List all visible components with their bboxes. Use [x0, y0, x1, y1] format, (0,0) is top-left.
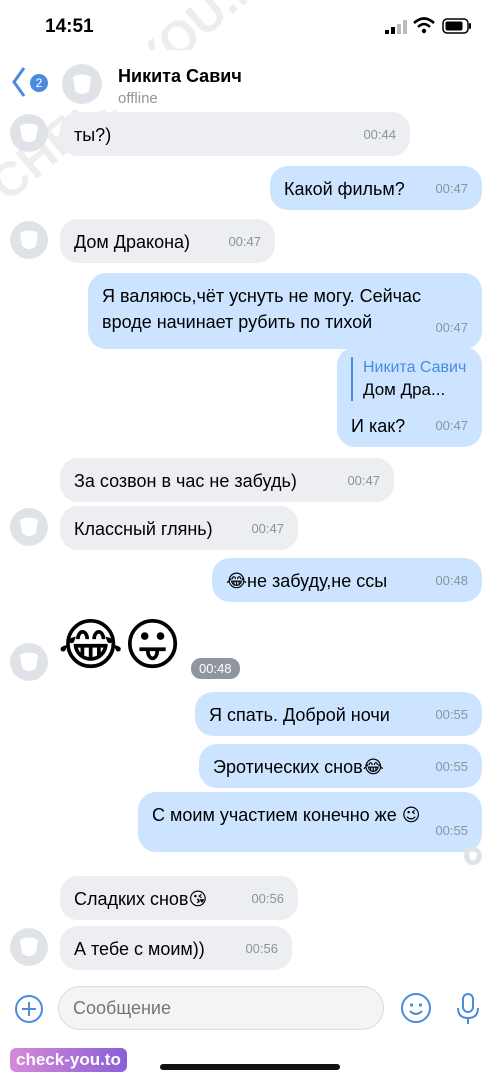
message-bubble[interactable]: Классный глянь) 00:47 [60, 506, 298, 550]
message-text: Какой фильм? [284, 179, 405, 199]
message-text: 😂не забуду,не ссы [226, 571, 388, 591]
message-bubble[interactable]: 😂не забуду,не ссы 00:48 [212, 558, 482, 602]
message-time: 00:47 [435, 181, 468, 196]
chat-title[interactable]: Никита Савич [118, 66, 242, 87]
message-time: 00:56 [251, 891, 284, 906]
message-bubble[interactable]: За созвон в час не забудь) 00:47 [60, 458, 394, 502]
corner-watermark: check-you.to [10, 1048, 127, 1072]
battery-icon [442, 18, 471, 34]
message-time: 00:48 [191, 658, 240, 679]
message-text: Классный глянь) [74, 519, 213, 539]
wifi-icon [413, 17, 435, 34]
reply-quote[interactable]: Никита Савич Дом Дра... [351, 357, 468, 401]
message-time: 00:47 [435, 320, 468, 335]
attach-plus-icon[interactable] [14, 994, 44, 1024]
message-time: 00:47 [251, 521, 284, 536]
emoji-icon[interactable] [400, 992, 432, 1024]
avatar [10, 221, 48, 259]
message-time: 00:47 [435, 418, 468, 433]
message-bubble[interactable]: Я валяюсь,чёт уснуть не могу. Сейчас вро… [88, 273, 482, 349]
message-text: За созвон в час не забудь) [74, 471, 297, 491]
avatar [10, 643, 48, 681]
avatar[interactable] [62, 64, 102, 104]
reply-text: Дом Дра... [363, 380, 446, 399]
message-text: ты?) [74, 125, 112, 145]
avatar [10, 508, 48, 546]
message-bubble[interactable]: Какой фильм? 00:47 [270, 166, 482, 210]
message-time: 00:55 [435, 823, 468, 838]
read-receipt-avatar [464, 847, 482, 865]
message-time: 00:56 [245, 941, 278, 956]
cellular-signal-icon [385, 20, 407, 34]
avatar [10, 928, 48, 966]
message-list[interactable]: ты?) 00:44 Какой фильм? 00:47 Дом Дракон… [0, 110, 499, 980]
message-text: А тебе с моим)) [74, 939, 205, 959]
message-text: Я спать. Доброй ночи [209, 705, 390, 725]
home-indicator[interactable] [160, 1064, 340, 1070]
message-time: 00:55 [435, 707, 468, 722]
message-input[interactable] [58, 986, 384, 1030]
avatar [10, 114, 48, 152]
message-bubble[interactable]: Дом Дракона) 00:47 [60, 219, 275, 263]
chat-header: 2 Никита Савич offline [0, 50, 499, 110]
message-time: 00:47 [347, 473, 380, 488]
emoji-message[interactable]: 😂😛 00:48 [58, 610, 258, 690]
message-bubble[interactable]: Я спать. Доброй ночи 00:55 [195, 692, 482, 736]
message-text: Эротических снов😂 [213, 757, 384, 777]
message-bubble[interactable]: А тебе с моим)) 00:56 [60, 926, 292, 970]
status-time: 14:51 [45, 16, 94, 37]
unread-badge: 2 [30, 74, 48, 92]
message-bubble[interactable]: ты?) 00:44 [60, 112, 410, 156]
message-time: 00:48 [435, 573, 468, 588]
message-bubble[interactable]: С моим участием конечно же 😉 00:55 [138, 792, 482, 852]
message-text: Дом Дракона) [74, 232, 191, 252]
message-text: Сладких снов😘 [74, 889, 208, 909]
message-bubble[interactable]: Эротических снов😂 00:55 [199, 744, 482, 788]
chat-status: offline [118, 90, 158, 107]
message-time: 00:55 [435, 759, 468, 774]
message-text: 😂😛 [58, 613, 182, 676]
message-text: С моим участием конечно же 😉 [152, 805, 421, 825]
back-button[interactable]: 2 [8, 60, 48, 102]
composer [0, 980, 499, 1040]
message-bubble[interactable]: Никита Савич Дом Дра... И как? 00:47 [337, 347, 482, 447]
message-time: 00:44 [363, 127, 396, 142]
message-bubble[interactable]: Сладких снов😘 00:56 [60, 876, 298, 920]
reply-author: Никита Савич [363, 359, 467, 376]
message-time: 00:47 [228, 234, 261, 249]
message-text: Я валяюсь,чёт уснуть не могу. Сейчас вро… [102, 286, 422, 332]
microphone-icon[interactable] [454, 992, 482, 1026]
